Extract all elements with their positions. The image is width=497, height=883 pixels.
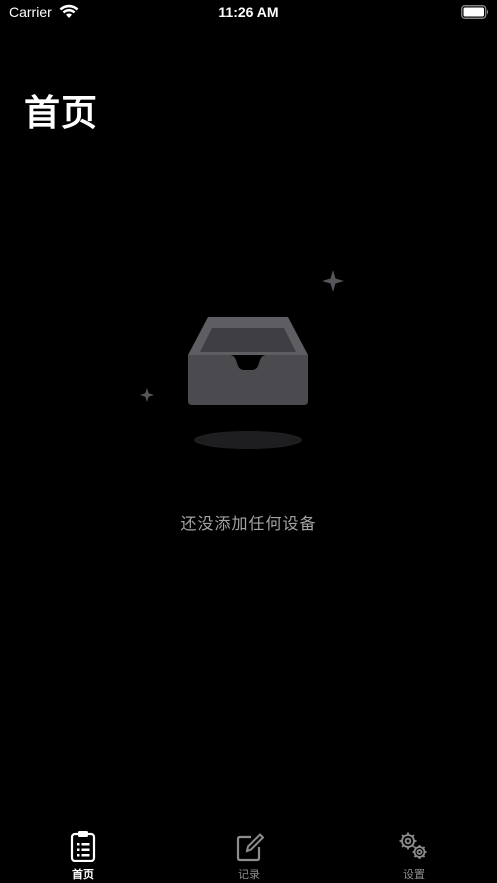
tab-home[interactable]: 首页 [23,815,143,883]
tab-records-label: 记录 [238,868,260,881]
tab-records[interactable]: 记录 [189,815,309,883]
empty-inbox-icon [140,270,344,449]
tab-settings-label: 设置 [403,868,425,881]
tab-bar: 首页 记录 设置 [0,815,497,883]
status-time: 11:26 AM [218,4,279,20]
gears-icon [399,832,427,859]
tab-settings[interactable]: 设置 [354,815,474,883]
page-title: 首页 [24,93,99,134]
sparkle-icon [140,388,154,402]
status-bar: Carrier 11:26 AM [0,0,497,26]
tab-home-label: 首页 [72,868,94,881]
battery-icon [461,5,488,19]
empty-state-message: 还没添加任何设备 [180,514,317,533]
clipboard-list-icon [70,831,96,862]
sparkle-icon [322,270,344,292]
edit-icon [236,833,264,862]
